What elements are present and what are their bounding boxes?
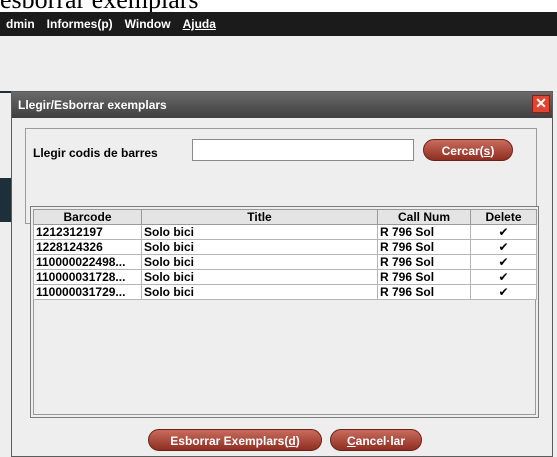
- menu-item-ajuda[interactable]: Ajuda: [183, 17, 216, 31]
- dialog-titlebar[interactable]: Llegir/Esborrar exemplars ✕: [12, 92, 552, 118]
- table-row[interactable]: 110000031729... Solo bici R 796 Sol ✔: [33, 284, 537, 300]
- delete-items-button[interactable]: Esborrar Exemplars(d): [148, 429, 322, 451]
- column-header-delete[interactable]: Delete: [470, 209, 537, 225]
- read-delete-items-dialog: Llegir/Esborrar exemplars ✕ Llegir codis…: [11, 91, 553, 457]
- barcode-cell: 110000031728...: [33, 269, 142, 285]
- barcode-cell: 1212312197: [33, 224, 142, 240]
- call-num-cell: R 796 Sol: [377, 224, 471, 240]
- delete-checkbox[interactable]: ✔: [470, 284, 537, 300]
- call-num-cell: R 796 Sol: [377, 269, 471, 285]
- title-cell: Solo bici: [141, 254, 378, 270]
- menu-item-window[interactable]: Window: [125, 17, 171, 31]
- call-num-cell: R 796 Sol: [377, 239, 471, 255]
- column-header-barcode[interactable]: Barcode: [33, 209, 142, 225]
- barcode-cell: 110000031729...: [33, 284, 142, 300]
- column-header-title[interactable]: Title: [141, 209, 378, 225]
- table-header-row: Barcode Title Call Num Delete: [33, 209, 537, 225]
- title-cell: Solo bici: [141, 224, 378, 240]
- title-cell: Solo bici: [141, 269, 378, 285]
- column-header-call-num[interactable]: Call Num: [377, 209, 471, 225]
- title-cell: Solo bici: [141, 239, 378, 255]
- barcode-cell: 110000022498...: [33, 254, 142, 270]
- barcode-label: Llegir codis de barres: [33, 146, 158, 160]
- barcode-cell: 1228124326: [33, 239, 142, 255]
- delete-checkbox[interactable]: ✔: [470, 269, 537, 285]
- delete-checkbox[interactable]: ✔: [470, 224, 537, 240]
- search-button[interactable]: Cercar(s): [423, 139, 513, 161]
- background-strip: [0, 91, 11, 93]
- background-strip: [0, 178, 11, 222]
- title-cell: Solo bici: [141, 284, 378, 300]
- table-row[interactable]: 110000022498... Solo bici R 796 Sol ✔: [33, 254, 537, 270]
- items-table: Barcode Title Call Num Delete 1212312197…: [33, 209, 537, 300]
- table-row[interactable]: 1228124326 Solo bici R 796 Sol ✔: [33, 239, 537, 255]
- call-num-cell: R 796 Sol: [377, 254, 471, 270]
- menu-item-informes[interactable]: Informes(p): [47, 17, 113, 31]
- dialog-title: Llegir/Esborrar exemplars: [18, 98, 167, 112]
- call-num-cell: R 796 Sol: [377, 284, 471, 300]
- table-row[interactable]: 110000031728... Solo bici R 796 Sol ✔: [33, 269, 537, 285]
- table-row[interactable]: 1212312197 Solo bici R 796 Sol ✔: [33, 224, 537, 240]
- items-table-panel: Barcode Title Call Num Delete 1212312197…: [30, 206, 539, 418]
- delete-checkbox[interactable]: ✔: [470, 239, 537, 255]
- cancel-button[interactable]: Cancel·lar: [330, 429, 422, 451]
- page-heading: esborrar exemplars: [0, 0, 557, 12]
- barcode-input[interactable]: [192, 139, 414, 161]
- delete-checkbox[interactable]: ✔: [470, 254, 537, 270]
- close-icon[interactable]: ✕: [532, 95, 550, 113]
- menu-item-admin[interactable]: dmin: [6, 17, 35, 31]
- menubar: dmin Informes(p) Window Ajuda: [0, 12, 557, 36]
